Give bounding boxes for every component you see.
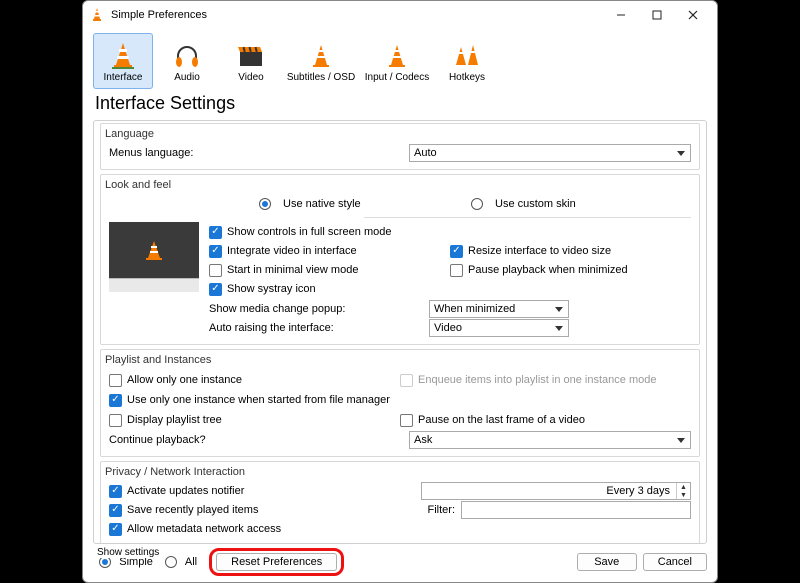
filter-input[interactable] (461, 501, 691, 519)
close-button[interactable] (675, 3, 711, 27)
integrate-video-checkbox[interactable] (209, 245, 222, 258)
tab-label: Audio (174, 72, 200, 83)
custom-skin-label: Use custom skin (495, 198, 576, 210)
reset-highlight: Reset Preferences (209, 548, 344, 576)
enqueue-label: Enqueue items into playlist in one insta… (418, 374, 656, 386)
pause-minimized-label: Pause playback when minimized (468, 264, 628, 276)
clapper-icon (237, 40, 265, 72)
one-from-fm-label: Use only one instance when started from … (127, 394, 390, 406)
tab-label: Hotkeys (449, 72, 485, 83)
save-button[interactable]: Save (577, 553, 637, 571)
show-all-label: All (185, 556, 197, 568)
minimize-button[interactable] (603, 3, 639, 27)
group-look-and-feel: Look and feel Use native style Use custo… (100, 174, 700, 345)
group-title: Privacy / Network Interaction (105, 466, 691, 478)
category-tabs: Interface Audio Video Subtitles / OSD In… (83, 29, 717, 89)
auto-raise-label: Auto raising the interface: (209, 322, 429, 334)
show-controls-checkbox[interactable] (209, 226, 222, 239)
group-privacy: Privacy / Network Interaction Activate u… (100, 461, 700, 544)
tab-label: Video (238, 72, 263, 83)
tab-label: Input / Codecs (365, 72, 429, 83)
tab-input-codecs[interactable]: Input / Codecs (361, 33, 433, 89)
tab-audio[interactable]: Audio (157, 33, 217, 89)
pause-minimized-checkbox[interactable] (450, 264, 463, 277)
interface-preview (109, 222, 199, 292)
menus-language-label: Menus language: (109, 147, 409, 159)
updates-label: Activate updates notifier (127, 485, 244, 497)
filter-label: Filter: (428, 504, 456, 516)
updates-interval-spinner[interactable]: Every 3 days ▲▼ (421, 482, 691, 500)
resize-interface-checkbox[interactable] (450, 245, 463, 258)
show-controls-label: Show controls in full screen mode (227, 226, 391, 238)
pause-last-label: Pause on the last frame of a video (418, 414, 585, 426)
systray-label: Show systray icon (227, 283, 316, 295)
tab-label: Subtitles / OSD (287, 72, 355, 83)
auto-raise-select[interactable]: Video (429, 319, 569, 337)
group-playlist: Playlist and Instances Allow only one in… (100, 349, 700, 457)
maximize-button[interactable] (639, 3, 675, 27)
show-all-radio[interactable] (165, 556, 177, 568)
tab-label: Interface (104, 72, 143, 83)
app-icon (89, 7, 105, 23)
start-minimal-label: Start in minimal view mode (227, 264, 358, 276)
settings-panel: Language Menus language: Auto Look and f… (93, 120, 707, 544)
display-tree-label: Display playlist tree (127, 414, 222, 426)
show-simple-radio[interactable] (99, 556, 111, 568)
media-popup-select[interactable]: When minimized (429, 300, 569, 318)
reset-preferences-button[interactable]: Reset Preferences (216, 553, 337, 571)
group-title: Look and feel (105, 179, 691, 191)
titlebar: Simple Preferences (83, 1, 717, 29)
continue-playback-label: Continue playback? (109, 434, 409, 446)
tab-hotkeys[interactable]: Hotkeys (437, 33, 497, 89)
display-tree-checkbox[interactable] (109, 414, 122, 427)
tab-subtitles[interactable]: Subtitles / OSD (285, 33, 357, 89)
one-instance-label: Allow only one instance (127, 374, 242, 386)
save-recent-checkbox[interactable] (109, 504, 122, 517)
menus-language-select[interactable]: Auto (409, 144, 691, 162)
preferences-window: Simple Preferences Interface Audio Video… (82, 0, 718, 583)
media-popup-label: Show media change popup: (209, 303, 429, 315)
native-style-radio[interactable] (259, 198, 271, 210)
tab-video[interactable]: Video (221, 33, 281, 89)
show-settings-label: Show settings (95, 547, 161, 558)
custom-skin-radio[interactable] (471, 198, 483, 210)
start-minimal-checkbox[interactable] (209, 264, 222, 277)
footer: Show settings Simple All Reset Preferenc… (83, 544, 717, 582)
pause-last-checkbox[interactable] (400, 414, 413, 427)
show-simple-label: Simple (119, 556, 153, 568)
group-title: Language (105, 128, 691, 140)
page-title: Interface Settings (83, 89, 717, 120)
systray-checkbox[interactable] (209, 283, 222, 296)
cone-icon (108, 40, 138, 72)
enqueue-checkbox (400, 374, 413, 387)
group-title: Playlist and Instances (105, 354, 691, 366)
group-language: Language Menus language: Auto (100, 123, 700, 170)
updates-checkbox[interactable] (109, 485, 122, 498)
metadata-checkbox[interactable] (109, 523, 122, 536)
resize-interface-label: Resize interface to video size (468, 245, 611, 257)
one-from-fm-checkbox[interactable] (109, 394, 122, 407)
cones-icon (453, 40, 481, 72)
native-style-label: Use native style (283, 198, 463, 210)
tab-interface[interactable]: Interface (93, 33, 153, 89)
integrate-video-label: Integrate video in interface (227, 245, 357, 257)
cone-icon (384, 40, 410, 72)
headphones-icon (173, 40, 201, 72)
cone-icon (308, 40, 334, 72)
continue-playback-select[interactable]: Ask (409, 431, 691, 449)
window-title: Simple Preferences (111, 9, 603, 21)
save-recent-label: Save recently played items (127, 504, 258, 516)
metadata-label: Allow metadata network access (127, 523, 281, 535)
cancel-button[interactable]: Cancel (643, 553, 707, 571)
one-instance-checkbox[interactable] (109, 374, 122, 387)
